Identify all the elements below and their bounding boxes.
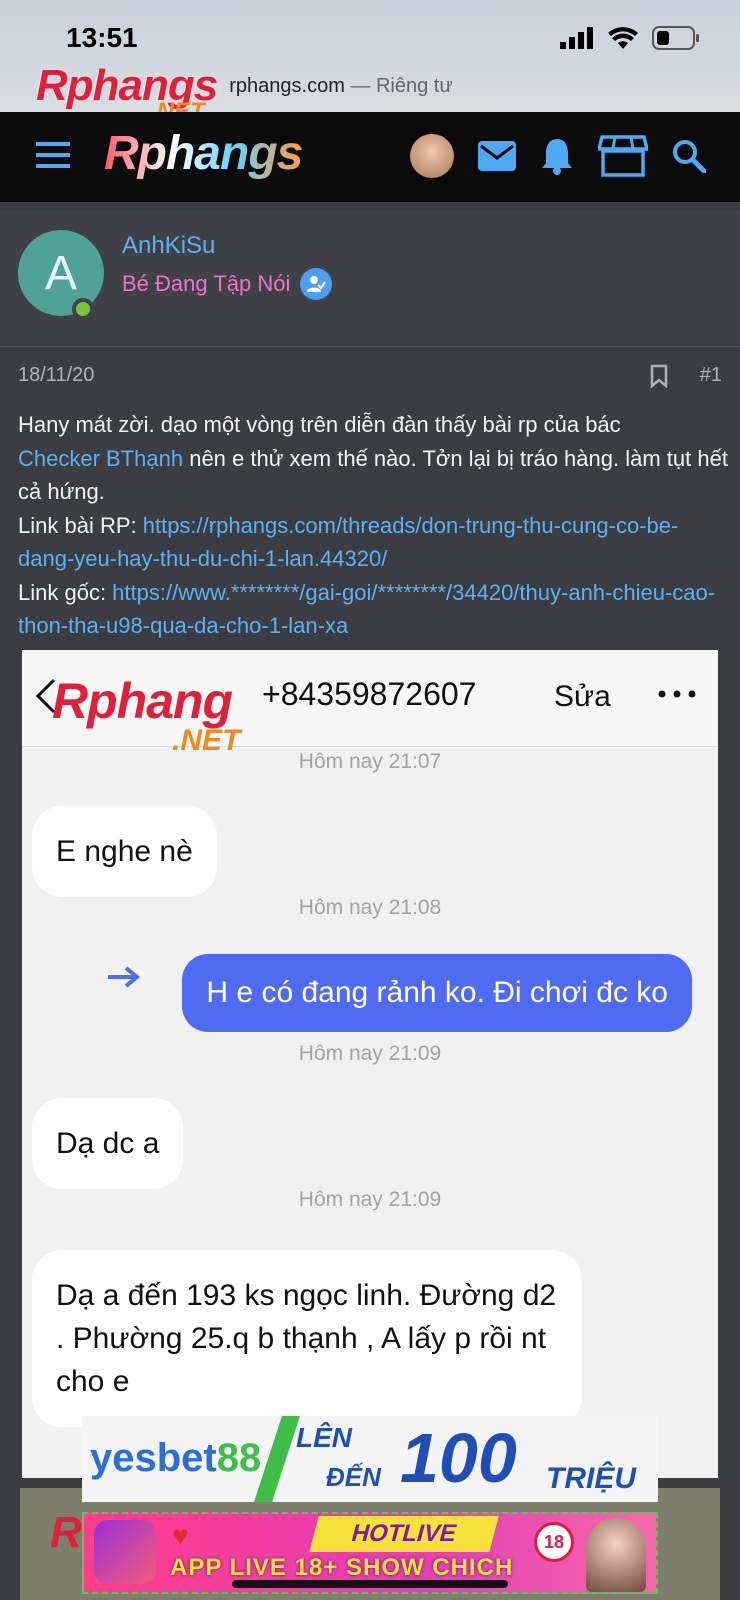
rp-label: Link bài RP:: [18, 512, 143, 538]
address-bar[interactable]: Rphangs .NET rphangs.com — Riêng tư: [36, 61, 716, 125]
bell-icon[interactable]: [540, 137, 574, 175]
yesbet-logo: yesbet88: [90, 1436, 262, 1480]
more-icon: [658, 690, 696, 698]
yesbet-ad-banner[interactable]: yesbet88 LÊN ĐẾN 100 TRIỆU: [82, 1416, 658, 1502]
author-title-text: Bé Đang Tập Nói: [122, 271, 291, 296]
chat-watermark: Rphang: [52, 673, 233, 729]
signal-icon: [560, 27, 593, 49]
chat-timestamp: Hôm nay 21:09: [298, 1042, 442, 1065]
chat-phone: +84359872607: [262, 676, 477, 712]
battery-icon: [652, 26, 699, 50]
bookmark-icon[interactable]: [650, 364, 668, 388]
hotlive-model-photo: [586, 1518, 646, 1592]
site-header: Rphangs: [0, 112, 740, 202]
heart-icon: ♥: [172, 1520, 189, 1551]
chat-timestamp: Hôm nay 21:08: [298, 896, 442, 919]
hotlive-subtitle: APP LIVE 18+ SHOW CHICH: [170, 1554, 514, 1581]
post-number[interactable]: #1: [700, 364, 722, 387]
orig-link[interactable]: https://www.********/gai-goi/********/34…: [18, 580, 715, 639]
mention-link[interactable]: Checker BThạnh: [18, 446, 183, 471]
hotlive-app-logo: [94, 1520, 156, 1584]
next-image-watermark: R: [50, 1508, 82, 1557]
chat-bubble-incoming: Dạ a đến 193 ks ngọc linh. Đường d2 . Ph…: [32, 1250, 582, 1427]
chat-bubble-incoming: Dạ dc a: [32, 1098, 184, 1189]
wifi-icon: [608, 27, 638, 49]
post-text-line1: Hany mát zời. dạo một vòng trên diễn đàn…: [18, 412, 621, 437]
mail-icon[interactable]: [478, 141, 516, 171]
chat-bubble-outgoing: H e có đang rảnh ko. Đi chơi đc ko: [182, 954, 692, 1032]
chat-bubble-incoming: E nghe nè: [32, 806, 217, 897]
store-icon[interactable]: [598, 135, 648, 177]
account-avatar[interactable]: [410, 134, 454, 178]
post-date[interactable]: 18/11/20: [18, 364, 94, 387]
hotlive-title: HOTLIVE: [309, 1516, 499, 1552]
age-badge: 18: [534, 1522, 574, 1562]
site-logo[interactable]: Rphangs: [104, 126, 303, 181]
chat-screenshot: Rphang .NET +84359872607 Sửa Hôm nay 21:…: [22, 650, 718, 1478]
url-privacy: — Riêng tư: [350, 74, 453, 97]
chat-header: Rphang .NET +84359872607 Sửa: [22, 650, 718, 757]
author-username[interactable]: AnhKiSu: [122, 232, 215, 260]
url-domain: rphangs.com: [229, 74, 345, 97]
post-meta: 18/11/20 #1: [18, 364, 722, 394]
status-time: 13:51: [66, 22, 138, 53]
author-title: Bé Đang Tập Nói: [122, 268, 333, 300]
status-bar: 13:51 Rphangs .NET rphangs.com — Riêng t…: [0, 0, 740, 125]
verified-badge-icon: [300, 268, 333, 300]
forward-arrow-icon: [108, 966, 140, 988]
online-indicator: [72, 298, 94, 320]
url-text[interactable]: rphangs.com — Riêng tư: [229, 75, 453, 98]
chat-edit-label: Sửa: [554, 680, 611, 713]
chat-timestamp: Hôm nay 21:09: [298, 1188, 442, 1211]
search-icon[interactable]: [672, 139, 706, 173]
chat-timestamp: Hôm nay 21:07: [298, 750, 442, 773]
home-indicator[interactable]: [232, 1580, 508, 1588]
header-icons: [410, 134, 706, 178]
status-icons: [560, 26, 700, 50]
menu-icon[interactable]: [36, 142, 70, 168]
post-body: Hany mát zời. dạo một vòng trên diễn đàn…: [18, 408, 730, 643]
orig-label: Link gốc:: [18, 579, 113, 605]
post-author: A AnhKiSu Bé Đang Tập Nói: [0, 210, 740, 347]
